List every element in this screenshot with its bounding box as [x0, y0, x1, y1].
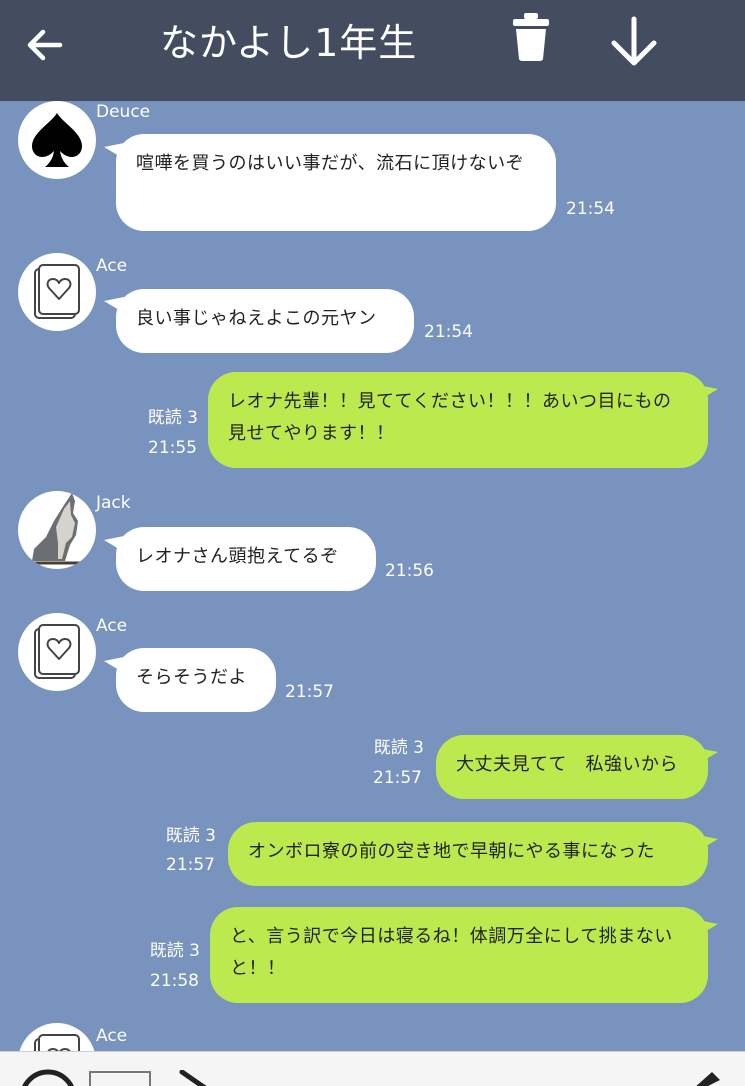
message-time: 21:58 [150, 971, 199, 991]
heart-card-avatar-icon [34, 264, 80, 319]
spade-avatar-icon [32, 113, 82, 167]
avatar-ace[interactable] [18, 1023, 96, 1051]
message-time: 21:57 [373, 768, 422, 788]
read-receipt: 既読 3 [147, 408, 198, 428]
pencil-icon[interactable] [688, 1068, 728, 1086]
wolf-avatar-icon [30, 493, 80, 565]
message-bubble[interactable]: オンボロ寮の前の空き地で早朝にやる事になった [228, 822, 708, 886]
read-receipt: 既読 3 [165, 826, 216, 846]
message-bubble[interactable]: と、言う訳で今日は寝るね！体調万全にして挑まないと！！ [210, 907, 708, 1003]
circle-icon[interactable] [18, 1068, 78, 1086]
message-bubble[interactable]: 喧嘩を買うのはいい事だが、流石に頂けないぞ [116, 134, 556, 231]
read-receipt: 既読 3 [149, 941, 200, 961]
message-bubble[interactable]: 大丈夫見てて 私強いから [436, 735, 708, 799]
sender-name: Deuce [96, 102, 151, 122]
message-time: 21:56 [385, 561, 434, 581]
sender-name: Ace [96, 1026, 128, 1046]
bottom-toolbar [0, 1051, 745, 1086]
message-time: 21:54 [566, 199, 615, 219]
slash-icon[interactable] [178, 1070, 218, 1086]
bubble-tail [698, 920, 718, 936]
avatar-jack[interactable] [18, 491, 96, 569]
message-time: 21:57 [166, 855, 215, 875]
heart-card-avatar-icon [34, 1034, 80, 1051]
bubble-tail [698, 835, 718, 851]
message-time: 21:55 [148, 438, 197, 458]
download-arrow-icon[interactable] [609, 16, 659, 68]
bubble-tail [698, 748, 718, 764]
heart-card-avatar-icon [34, 624, 80, 679]
sender-name: Jack [96, 493, 131, 513]
chat-area[interactable]: Deuce 喧嘩を買うのはいい事だが、流石に頂けないぞ 21:54 Ace 良い… [0, 101, 745, 1051]
message-bubble[interactable]: そらそうだよ [116, 648, 276, 712]
message-bubble[interactable]: 良い事じゃねえよこの元ヤン [116, 289, 414, 353]
message-bubble[interactable]: レオナさん頭抱えてるぞ [116, 527, 376, 591]
header-bar: なかよし1年生 [0, 0, 745, 101]
sender-name: Ace [96, 256, 128, 276]
read-receipt: 既読 3 [373, 738, 424, 758]
chat-title: なかよし1年生 [160, 21, 418, 65]
back-arrow-icon[interactable] [24, 24, 66, 66]
trash-icon[interactable] [511, 12, 551, 62]
avatar-ace[interactable] [18, 613, 96, 691]
avatar-ace[interactable] [18, 253, 96, 331]
message-bubble[interactable]: レオナ先輩！！見ててください！！！あいつ目にもの見せてやります！！ [208, 372, 708, 468]
message-time: 21:54 [424, 322, 473, 342]
avatar-deuce[interactable] [18, 101, 96, 179]
message-time: 21:57 [285, 682, 334, 702]
square-icon[interactable] [88, 1070, 152, 1086]
sender-name: Ace [96, 616, 128, 636]
bubble-tail [698, 385, 718, 401]
